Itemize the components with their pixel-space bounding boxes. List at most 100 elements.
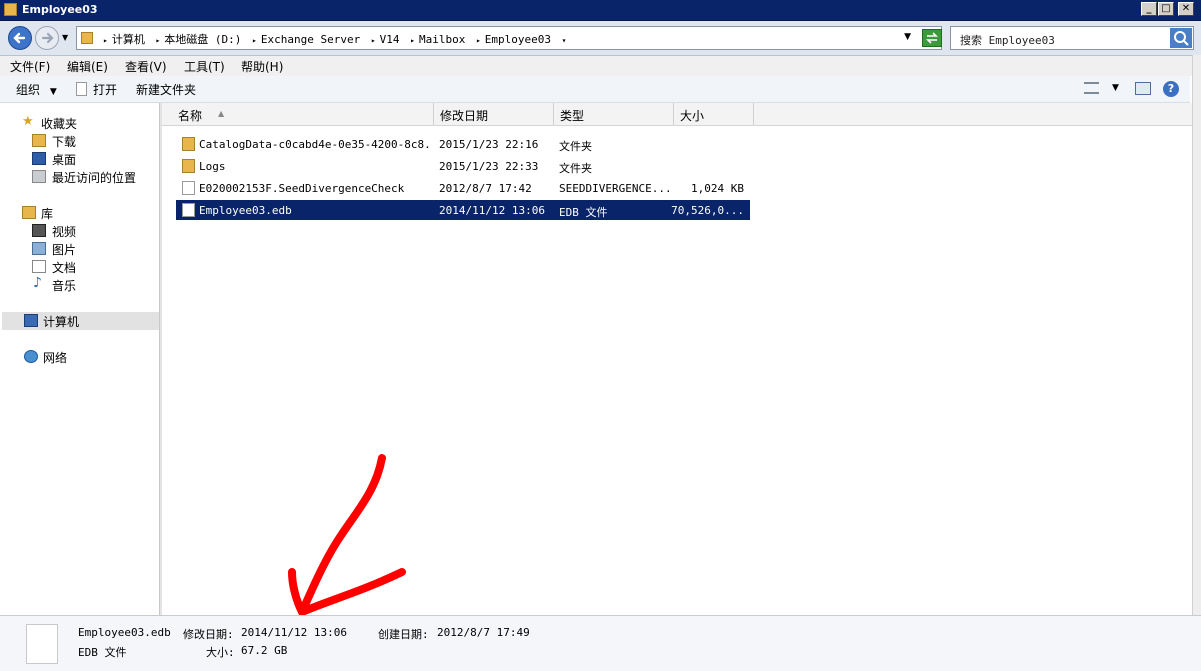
new-folder-button[interactable]: 新建文件夹	[136, 81, 196, 98]
sidebar-item-music[interactable]: ♪ 音乐	[2, 275, 159, 294]
chevron-right-icon[interactable]: ▸	[155, 36, 160, 45]
command-bar: 组织 ▼ 打开 新建文件夹 ▼ ?	[0, 76, 1190, 103]
file-name: CatalogData-c0cabd4e-0e35-4200-8c8...	[199, 138, 429, 151]
downloads-folder-icon	[32, 134, 46, 147]
menu-edit[interactable]: 编辑(E)	[67, 58, 108, 75]
desktop-icon	[32, 152, 46, 165]
file-date: 2014/11/12 13:06	[439, 204, 545, 217]
file-icon	[182, 203, 195, 217]
maximize-button[interactable]: □	[1158, 2, 1174, 16]
details-size-value: 67.2 GB	[241, 644, 288, 657]
sidebar-item-recent[interactable]: 最近访问的位置	[2, 168, 159, 186]
column-date[interactable]: 修改日期	[434, 103, 554, 125]
sidebar-item-documents[interactable]: 文档	[2, 258, 159, 276]
help-icon[interactable]: ?	[1163, 81, 1179, 97]
scrollbar[interactable]	[1192, 55, 1201, 615]
back-arrow-icon	[13, 32, 26, 44]
folder-icon	[182, 137, 195, 151]
menu-help[interactable]: 帮助(H)	[241, 58, 283, 75]
file-name: E020002153F.SeedDivergenceCheck	[199, 182, 405, 195]
search-placeholder: 搜索 Employee03	[960, 34, 1055, 47]
sidebar-label: 图片	[52, 243, 77, 257]
star-icon: ★	[22, 114, 34, 129]
chevron-right-icon[interactable]: ▸	[476, 36, 481, 45]
forward-arrow-icon	[41, 32, 54, 44]
sidebar-item-network[interactable]: 网络	[2, 348, 159, 366]
file-type: 文件夹	[559, 162, 592, 175]
window-title: Employee03	[22, 3, 98, 16]
search-input[interactable]: 搜索 Employee03	[950, 26, 1194, 50]
chevron-down-icon: ▼	[49, 87, 57, 97]
sidebar-item-pictures[interactable]: 图片	[2, 240, 159, 258]
chevron-right-icon[interactable]: ▸	[252, 36, 257, 45]
search-button[interactable]	[1170, 28, 1192, 48]
preview-pane-icon[interactable]	[1135, 82, 1151, 95]
close-button[interactable]: ✕	[1178, 2, 1194, 16]
video-icon	[32, 224, 46, 237]
annotation-arrow	[288, 454, 406, 616]
file-type: SEEDDIVERGENCE...	[559, 182, 672, 195]
address-bar[interactable]: ▸ 计算机 ▸ 本地磁盘 (D:) ▸ Exchange Server ▸ V14 ▸ M…	[76, 26, 942, 50]
list-item[interactable]: CatalogData-c0cabd4e-0e35-4200-8c8... 20…	[176, 134, 750, 154]
library-icon	[22, 206, 36, 219]
sidebar-item-computer[interactable]: 计算机	[2, 312, 159, 330]
minimize-button[interactable]: _	[1141, 2, 1157, 16]
column-header: 名称 ▲ 修改日期 类型 大小	[162, 103, 1192, 126]
chevron-right-icon[interactable]: ▸	[103, 36, 108, 45]
menu-bar: 文件(F) 编辑(E) 查看(V) 工具(T) 帮助(H)	[0, 56, 1201, 76]
view-dropdown-icon[interactable]: ▼	[1112, 83, 1119, 93]
menu-view[interactable]: 查看(V)	[125, 58, 167, 75]
history-dropdown-icon[interactable]: ▼	[62, 33, 68, 42]
sidebar-item-desktop[interactable]: 桌面	[2, 150, 159, 168]
organize-label: 组织	[16, 83, 41, 97]
crumb-drive[interactable]: 本地磁盘 (D:)	[164, 33, 241, 46]
column-name[interactable]: 名称 ▲	[172, 103, 434, 125]
recent-places-icon	[32, 170, 46, 183]
crumb-mailbox[interactable]: Mailbox	[419, 33, 465, 46]
refresh-button[interactable]	[922, 29, 942, 47]
list-item[interactable]: Logs 2015/1/23 22:33 文件夹	[176, 156, 750, 176]
view-options-icon[interactable]	[1084, 82, 1099, 94]
column-name-label: 名称	[178, 109, 203, 123]
details-modified-value: 2014/11/12 13:06	[241, 626, 347, 639]
file-name: Employee03.edb	[199, 204, 292, 217]
file-type: 文件夹	[559, 140, 592, 153]
column-size[interactable]: 大小	[674, 103, 754, 125]
column-size-label: 大小	[680, 109, 705, 123]
list-item-selected[interactable]: Employee03.edb 2014/11/12 13:06 EDB 文件 7…	[176, 200, 750, 220]
sidebar-label: 计算机	[43, 315, 80, 329]
chevron-right-icon[interactable]: ▸	[410, 36, 415, 45]
forward-button[interactable]	[35, 26, 59, 50]
back-button[interactable]	[8, 26, 32, 50]
column-type-label: 类型	[560, 109, 585, 123]
file-size: 70,526,0...	[671, 204, 744, 217]
crumb-computer[interactable]: 计算机	[112, 33, 145, 46]
list-item[interactable]: E020002153F.SeedDivergenceCheck 2012/8/7…	[176, 178, 750, 198]
sidebar-item-videos[interactable]: 视频	[2, 222, 159, 240]
picture-icon	[32, 242, 46, 255]
file-thumbnail-icon	[26, 624, 58, 664]
menu-tools[interactable]: 工具(T)	[184, 58, 225, 75]
network-icon	[24, 350, 38, 363]
organize-button[interactable]: 组织 ▼	[16, 81, 57, 98]
file-icon	[182, 181, 195, 195]
address-dropdown-icon[interactable]: ▼	[904, 32, 911, 42]
crumb-v14[interactable]: V14	[380, 33, 400, 46]
sidebar-item-libraries[interactable]: 库	[2, 204, 159, 222]
file-date: 2015/1/23 22:33	[439, 160, 539, 173]
open-button[interactable]: 打开	[93, 81, 117, 98]
folder-icon	[4, 3, 17, 16]
chevron-right-icon[interactable]: ▸	[371, 36, 376, 45]
sidebar-item-downloads[interactable]: 下载	[2, 132, 159, 150]
menu-file[interactable]: 文件(F)	[10, 58, 50, 75]
sidebar-item-favorites[interactable]: ★ 收藏夹	[2, 114, 159, 132]
details-modified-label: 修改日期:	[183, 628, 234, 641]
file-name: Logs	[199, 160, 226, 173]
details-filename: Employee03.edb	[78, 626, 171, 639]
chevron-down-icon[interactable]: ▾	[562, 36, 567, 45]
sidebar-label: 桌面	[52, 153, 77, 167]
crumb-employee03[interactable]: Employee03	[485, 33, 551, 46]
column-type[interactable]: 类型	[554, 103, 674, 125]
details-pane: Employee03.edb 修改日期: 2014/11/12 13:06 创建…	[0, 615, 1201, 671]
crumb-exchange[interactable]: Exchange Server	[261, 33, 360, 46]
